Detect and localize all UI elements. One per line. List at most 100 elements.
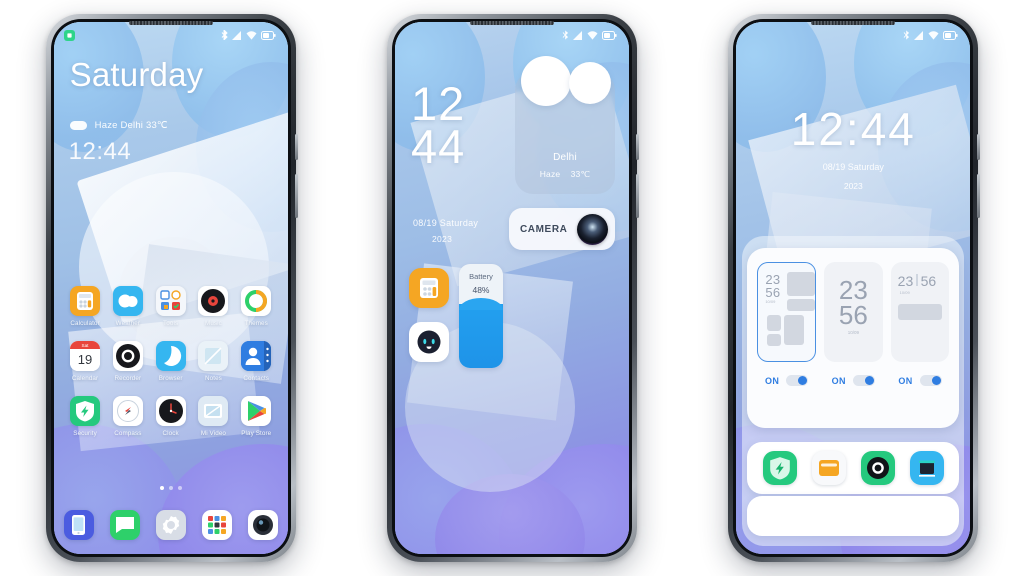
toggle-label: ON	[764, 375, 780, 386]
preview-card[interactable]: 23 56 10/09	[823, 262, 883, 362]
clock-date: 08/19 Saturday	[822, 162, 884, 172]
camera-widget[interactable]: CAMERA	[508, 208, 615, 250]
settings-icon[interactable]	[155, 510, 186, 540]
toggle-switch[interactable]	[852, 375, 875, 386]
battery-fill	[458, 297, 503, 368]
clock-year: 2023	[843, 181, 863, 191]
notification-pill-icon	[69, 121, 87, 130]
page-dot[interactable]	[168, 486, 173, 490]
preview-card[interactable]: 23 56 10/09	[890, 262, 950, 362]
page-dot[interactable]	[159, 486, 164, 490]
svg-text:19: 19	[78, 352, 92, 367]
power-button[interactable]	[294, 174, 298, 218]
app-label: Recorder	[114, 375, 142, 382]
video-icon	[198, 396, 229, 426]
calculator-icon	[70, 286, 101, 316]
recorder-icon[interactable]	[860, 451, 895, 485]
preview-time-top: 23	[897, 273, 914, 289]
preview-card[interactable]: 23 56 10/09	[757, 262, 816, 362]
power-button[interactable]	[635, 174, 639, 218]
weather-temperature: 33℃	[570, 169, 591, 179]
toggle-switch[interactable]	[919, 375, 942, 386]
security-shield-icon[interactable]	[762, 451, 797, 485]
app-recorder[interactable]: Recorder	[106, 341, 149, 382]
phone-1: Saturday Haze Delhi 33℃ 12:44 Calculator	[45, 14, 298, 562]
calculator-shortcut[interactable]	[408, 268, 449, 308]
folder-icon[interactable]	[811, 451, 846, 485]
empty-tray[interactable]	[747, 496, 960, 536]
signal-icon	[914, 30, 924, 40]
shortcut-tray	[747, 442, 960, 494]
phone-icon[interactable]	[63, 510, 94, 540]
clock-widget[interactable]: 12 44	[411, 80, 465, 170]
phone-1-screen: Saturday Haze Delhi 33℃ 12:44 Calculator	[53, 22, 288, 554]
app-label: Clock	[162, 430, 179, 437]
dock	[63, 510, 278, 540]
assistant-shortcut[interactable]	[408, 322, 449, 362]
phone-2-screen: 12 44 08/19 Saturday 2023 Delhi Haze 33℃…	[394, 22, 629, 554]
security-shield-icon	[70, 396, 101, 426]
battery-icon	[260, 30, 276, 40]
volume-button[interactable]	[977, 134, 981, 160]
clock-time: 12:44	[790, 103, 916, 155]
toggle-label: ON	[831, 375, 846, 386]
clock-style-grid[interactable]: 23 56 10/09 ON	[757, 262, 816, 386]
clock-style-wide[interactable]: 23 56 10/09 ON	[890, 262, 950, 386]
page-dot[interactable]	[177, 486, 182, 490]
themes-icon	[241, 286, 272, 316]
volume-button[interactable]	[294, 134, 298, 160]
toggle-label: ON	[898, 375, 913, 386]
app-play-store[interactable]: Play Store	[235, 396, 278, 437]
clock-style-large[interactable]: 23 56 10/09 ON	[823, 262, 883, 386]
app-mi-video[interactable]: Mi Video	[192, 396, 235, 437]
camera-icon[interactable]	[247, 510, 278, 540]
preview-sub: 10/09	[847, 330, 859, 336]
trash-icon[interactable]	[909, 451, 944, 485]
power-button[interactable]	[977, 174, 981, 218]
signal-icon	[231, 30, 241, 40]
app-clock[interactable]: Clock	[149, 396, 192, 437]
app-tools[interactable]: Tools	[149, 286, 192, 327]
toggle-row[interactable]: ON	[832, 375, 875, 386]
phone-2: 12 44 08/19 Saturday 2023 Delhi Haze 33℃…	[386, 14, 639, 562]
app-label: Play Store	[241, 430, 272, 437]
app-label: Contacts	[243, 375, 270, 382]
weather-widget[interactable]: Delhi Haze 33℃	[514, 56, 615, 194]
tools-icon	[155, 286, 186, 316]
app-compass[interactable]: Compass	[106, 396, 149, 437]
toggle-row[interactable]: ON	[764, 375, 809, 386]
messages-icon[interactable]	[109, 510, 140, 540]
toggle-row[interactable]: ON	[898, 375, 942, 386]
app-drawer-icon[interactable]	[201, 510, 232, 540]
app-label: Mi Video	[200, 430, 227, 437]
camera-widget-label: CAMERA	[519, 223, 568, 235]
app-label: Compass	[114, 430, 142, 437]
app-themes[interactable]: Themes	[235, 286, 278, 327]
clock-year: 2023	[431, 234, 453, 244]
app-notes[interactable]: Notes	[192, 341, 235, 382]
battery-icon	[943, 30, 958, 40]
weather-city: Delhi	[553, 152, 577, 163]
toggle-switch[interactable]	[786, 375, 809, 386]
app-browser[interactable]: Browser	[149, 341, 192, 382]
volume-button[interactable]	[635, 134, 639, 160]
app-weather[interactable]: Weather	[106, 286, 149, 327]
battery-widget-value: 48%	[472, 285, 490, 295]
app-contacts[interactable]: Contacts	[235, 341, 278, 382]
app-calculator[interactable]: Calculator	[64, 286, 107, 327]
assistant-robot-icon	[417, 330, 441, 354]
weather-notification[interactable]: Haze Delhi 33℃	[69, 120, 168, 131]
svg-text:Sat: Sat	[82, 343, 90, 348]
camera-lens-icon	[576, 213, 608, 245]
app-label: Weather	[115, 320, 141, 327]
app-label: Security	[73, 430, 97, 437]
preview-time-bottom: 56	[765, 285, 781, 300]
battery-widget[interactable]: Battery 48%	[458, 264, 503, 368]
battery-icon	[601, 30, 617, 40]
preview-time-top: 23	[838, 275, 868, 305]
app-security[interactable]: Security	[64, 396, 107, 437]
notification-text: Haze Delhi 33℃	[94, 120, 168, 131]
app-calendar[interactable]: Sat 19 Calendar	[64, 341, 107, 382]
weather-icon	[112, 286, 143, 316]
app-music[interactable]: Music	[192, 286, 235, 327]
